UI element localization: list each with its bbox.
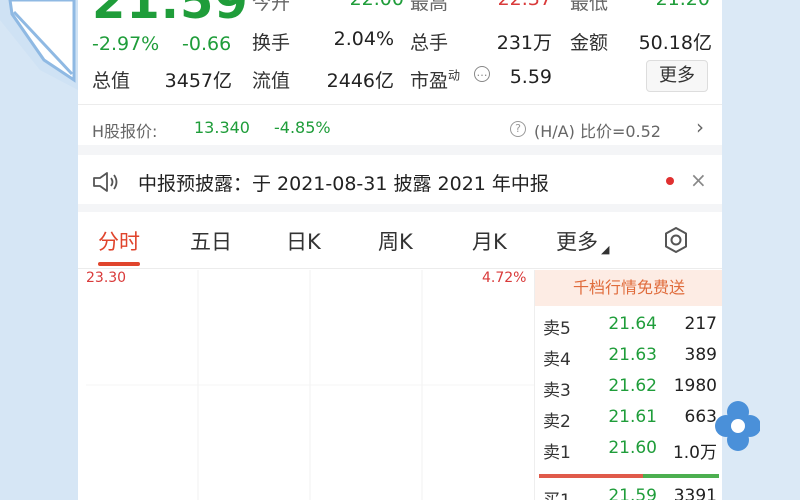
order-book: 千档行情免费送 卖5 21.64 217 卖4 21.63 389 卖3 21.… <box>534 270 722 500</box>
tab-intraday[interactable]: 分时 <box>98 226 140 256</box>
speaker-icon <box>93 172 118 192</box>
divider <box>78 104 722 105</box>
current-price: 21.59 <box>92 0 249 30</box>
volume-value: 231万 <box>496 32 552 54</box>
unread-dot <box>666 177 674 185</box>
bid-label: 买1 <box>543 486 571 500</box>
turnover-value: 2.04% <box>333 28 394 50</box>
divider <box>78 268 722 269</box>
high-value: 22.37 <box>496 0 552 10</box>
market-cap-label: 总值 <box>92 70 131 92</box>
ask-volume: 389 <box>684 345 717 365</box>
hshare-label: H股报价: <box>92 122 158 141</box>
ask-label: 卖4 <box>543 350 571 370</box>
chart-high-price: 23.30 <box>86 270 127 286</box>
hshare-change: -4.85% <box>274 118 331 137</box>
report-notice-text[interactable]: 中报预披露：于 2021-08-31 披露 2021 年中报 <box>138 169 549 196</box>
gear-icon[interactable] <box>662 226 690 254</box>
intraday-chart[interactable] <box>86 270 534 500</box>
active-tab-indicator <box>98 262 140 266</box>
ask-price: 21.63 <box>608 345 657 365</box>
change-percent: -2.97% <box>92 33 160 55</box>
volume-label: 总手 <box>410 32 449 54</box>
float-cap-label: 流值 <box>252 70 291 92</box>
ask-row: 卖1 21.60 1.0万 <box>535 434 722 465</box>
ha-ratio: (H/A) 比价=0.52 <box>534 122 661 141</box>
stock-detail-screen: 21.59 今开 22.00 最高 22.37 最低 21.20 -2.97% … <box>78 0 722 500</box>
ask-volume: 217 <box>684 314 717 334</box>
ask-label: 卖5 <box>543 319 571 339</box>
ask-price: 21.62 <box>608 376 657 396</box>
order-book-promo-banner[interactable]: 千档行情免费送 <box>535 270 722 306</box>
turnover-label: 换手 <box>252 32 291 54</box>
market-cap-value: 3457亿 <box>164 70 232 92</box>
section-gap <box>78 145 722 155</box>
ask-volume: 663 <box>684 407 717 427</box>
ask-price: 21.61 <box>608 407 657 427</box>
ask-price: 21.64 <box>608 314 657 334</box>
sell-pressure-bar <box>643 474 719 478</box>
high-label: 最高 <box>410 0 449 14</box>
tab-weekly-k[interactable]: 周K <box>378 226 413 256</box>
chart-high-percent: 4.72% <box>482 270 527 286</box>
hshare-price: 13.340 <box>194 118 250 137</box>
tab-daily-k[interactable]: 日K <box>286 226 321 256</box>
flower-decoration-icon <box>715 401 760 451</box>
ask-row: 卖2 21.61 663 <box>535 403 722 434</box>
ask-price: 21.60 <box>608 438 657 458</box>
amount-value: 50.18亿 <box>638 32 712 54</box>
pe-label: 市盈动 <box>410 68 461 92</box>
open-label: 今开 <box>252 0 291 14</box>
info-icon[interactable]: … <box>474 66 490 82</box>
low-label: 最低 <box>570 0 609 14</box>
buy-pressure-bar <box>539 474 643 478</box>
float-cap-value: 2446亿 <box>326 70 394 92</box>
bid-volume: 3391 <box>673 486 717 500</box>
open-value: 22.00 <box>340 0 404 10</box>
pe-value: 5.59 <box>509 66 552 88</box>
chevron-right-icon[interactable]: › <box>696 115 704 139</box>
low-value: 21.20 <box>648 0 710 10</box>
tab-five-day[interactable]: 五日 <box>190 226 232 256</box>
tab-more[interactable]: 更多 ◢ <box>556 226 609 256</box>
pe-superscript: 动 <box>448 68 461 83</box>
ask-label: 卖1 <box>543 443 571 463</box>
more-button[interactable]: 更多 <box>646 60 708 92</box>
amount-label: 金额 <box>570 32 609 54</box>
ask-volume: 1.0万 <box>672 443 717 463</box>
question-circle-icon[interactable]: ? <box>510 121 526 137</box>
ask-row: 卖3 21.62 1980 <box>535 372 722 403</box>
bid-price: 21.59 <box>608 486 657 500</box>
caret-down-icon: ◢ <box>601 243 610 256</box>
change-amount: -0.66 <box>182 33 232 55</box>
bid-row: 买1 21.59 3391 <box>535 482 722 500</box>
ask-label: 卖3 <box>543 381 571 401</box>
ask-volume: 1980 <box>673 376 717 396</box>
ask-label: 卖2 <box>543 412 571 432</box>
close-icon[interactable]: × <box>690 168 707 192</box>
section-gap <box>78 204 722 212</box>
ask-row: 卖5 21.64 217 <box>535 310 722 341</box>
ask-row: 卖4 21.63 389 <box>535 341 722 372</box>
tab-more-label: 更多 <box>556 230 598 254</box>
paper-plane-icon <box>0 0 78 90</box>
tab-monthly-k[interactable]: 月K <box>472 226 507 256</box>
